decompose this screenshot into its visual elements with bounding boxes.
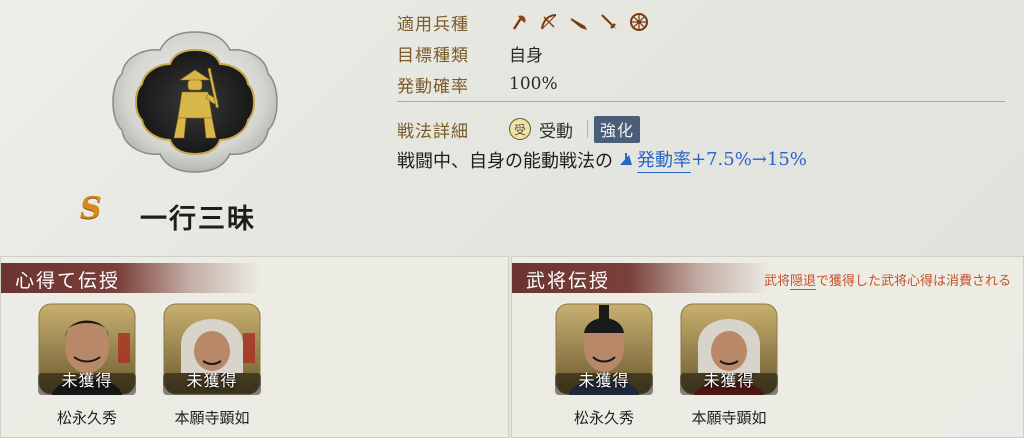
skill-emblem (108, 28, 282, 176)
activation-rate-link[interactable]: 発動率 (637, 146, 691, 173)
general-name: 松永久秀 (573, 409, 634, 427)
target-type-label: 目標種類 (397, 45, 469, 66)
gun-icon (569, 12, 589, 32)
retire-note: 武将隠退で獲得した武将心得は消費される (763, 270, 1011, 290)
target-type-row: 目標種類 自身 (397, 40, 543, 66)
skill-detail-label: 戦法詳細 (397, 121, 469, 142)
general-card-matsunaga[interactable]: 未獲得 (38, 303, 136, 395)
retire-link[interactable]: 隠退 (789, 274, 816, 290)
general-transfer-panel: 武将伝授 武将隠退で獲得した武将心得は消費される 未獲得 松永久秀 未獲得 本願… (511, 256, 1024, 438)
general-transfer-title: 武将伝授 (526, 270, 611, 292)
effect-value: +7.5%→15% (691, 149, 807, 170)
monk-warrior-emblem-icon (112, 31, 278, 173)
unobtained-label: 未獲得 (186, 371, 238, 390)
general-transfer-header: 武将伝授 武将隠退で獲得した武将心得は消費される (512, 263, 1023, 293)
general-card-kennyo[interactable]: 未獲得 (163, 303, 261, 395)
troop-type-row: 適用兵種 (397, 9, 649, 35)
skill-name: 一行三昧 (140, 204, 256, 235)
cavalry-wheel-icon (629, 12, 649, 32)
target-type-value: 自身 (509, 45, 543, 66)
effect-prefix: 戦闘中、自身の能動戦法の (397, 150, 613, 172)
bow-icon (539, 12, 559, 32)
learn-transfer-title: 心得て伝授 (15, 270, 121, 292)
troop-type-label: 適用兵種 (397, 14, 469, 35)
spear-icon (599, 12, 619, 32)
retire-note-pre: 武将 (763, 274, 790, 289)
info-divider (397, 101, 1005, 102)
activation-rate-value: 100% (509, 74, 558, 94)
boost-icon (617, 151, 635, 169)
unobtained-label: 未獲得 (703, 371, 755, 390)
general-card-kennyo[interactable]: 未獲得 (680, 303, 778, 395)
troop-icons (509, 12, 649, 32)
detail-separator (587, 120, 588, 138)
activation-rate-row: 発動確率 100% (397, 71, 558, 97)
learn-transfer-header: 心得て伝授 (1, 263, 508, 293)
unobtained-label: 未獲得 (578, 371, 630, 390)
general-card-matsunaga[interactable]: 未獲得 (555, 303, 653, 395)
unobtained-label: 未獲得 (61, 371, 113, 390)
general-name: 本願寺顕如 (174, 409, 250, 427)
passive-type-icon: 受 (509, 118, 531, 140)
enhance-badge[interactable]: 強化 (594, 115, 641, 143)
skill-detail-row: 戦法詳細 受 受動 強化 (397, 115, 641, 143)
retire-note-post: で獲得した武将心得は消費される (815, 274, 1011, 289)
axe-icon (509, 12, 529, 32)
skill-type-text: 受動 (539, 121, 573, 142)
learn-transfer-panel: 心得て伝授 未獲得 松永久秀 未獲得 本願寺顕如 (0, 256, 509, 438)
activation-rate-label: 発動確率 (397, 76, 469, 97)
skill-grade: S (80, 191, 102, 226)
general-name: 松永久秀 (56, 409, 117, 427)
general-name: 本願寺顕如 (691, 409, 767, 427)
effect-description: 戦闘中、自身の能動戦法の 発動率 +7.5%→15% (397, 146, 807, 173)
